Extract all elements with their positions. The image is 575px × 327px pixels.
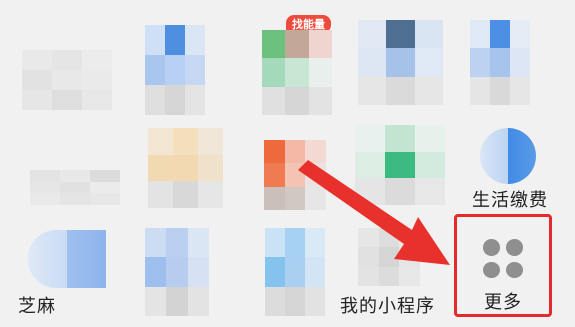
annotation-arrow-icon: [298, 160, 450, 265]
